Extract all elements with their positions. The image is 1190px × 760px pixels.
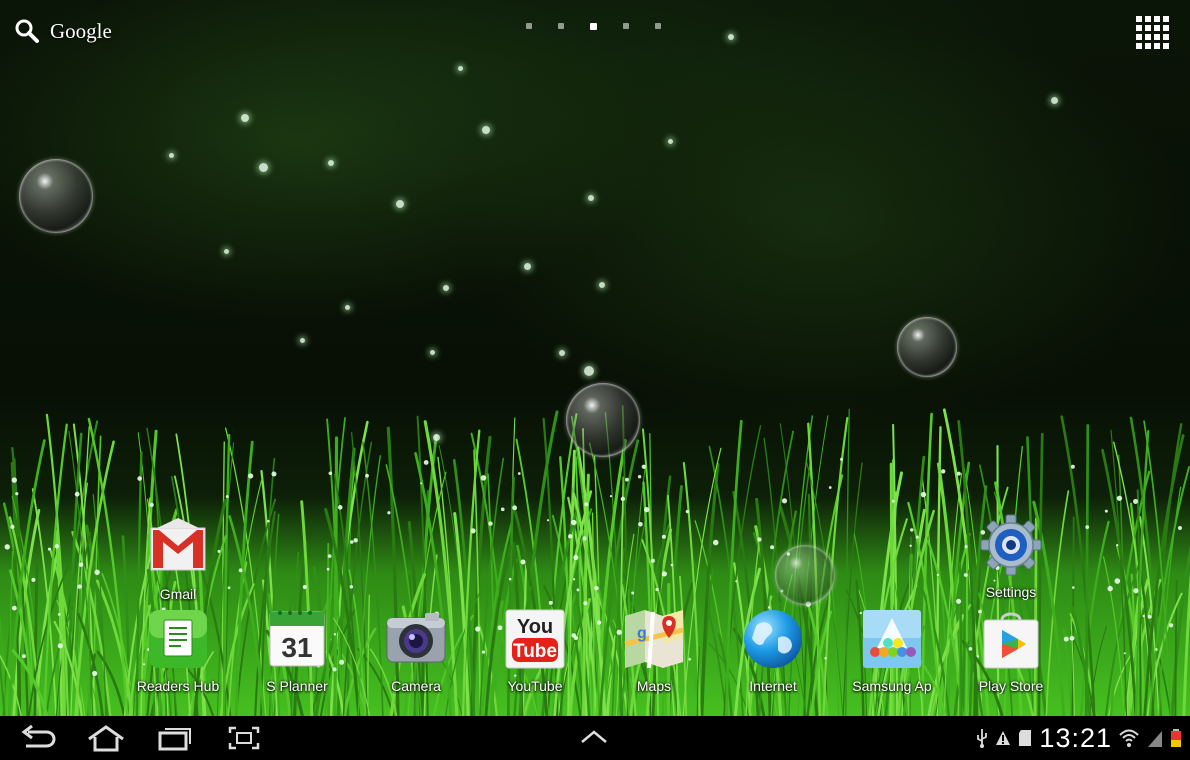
app-maps[interactable]: g Maps [604, 608, 704, 694]
battery-icon [1171, 729, 1181, 747]
back-icon[interactable] [18, 724, 58, 752]
wifi-icon [1119, 729, 1139, 747]
app-label: Camera [391, 678, 441, 694]
maps-icon: g [624, 610, 684, 669]
samsung-apps-icon [863, 610, 921, 668]
app-label: Samsung Ap [852, 678, 932, 694]
app-label: Maps [636, 678, 672, 694]
app-label: Internet [749, 678, 797, 694]
page-dot [558, 23, 564, 29]
google-search-widget[interactable]: Google [14, 18, 112, 44]
app-readers-hub[interactable]: Readers Hub [128, 608, 228, 694]
recent-apps-icon[interactable] [154, 724, 194, 752]
bubble [566, 383, 640, 457]
bubble [897, 317, 957, 377]
app-label: Settings [985, 584, 1037, 600]
internet-icon [744, 610, 802, 668]
app-youtube[interactable]: You Tube YouTube [485, 608, 585, 694]
app-internet[interactable]: Internet [723, 608, 823, 694]
gmail-icon [150, 518, 206, 571]
play-store-icon [983, 612, 1039, 669]
search-icon [15, 19, 39, 43]
bubble [19, 159, 93, 233]
page-dot [623, 23, 629, 29]
app-label: Gmail [159, 586, 197, 602]
settings-icon [980, 514, 1042, 576]
youtube-logo-top: You [517, 616, 553, 638]
status-area[interactable]: 13:21 [975, 722, 1182, 754]
app-label: Play Store [978, 678, 1044, 694]
home-icon[interactable] [86, 724, 126, 752]
status-clock: 13:21 [1039, 722, 1112, 753]
google-search-label: Google [50, 18, 112, 43]
app-samsung-apps[interactable]: Samsung Ap [842, 608, 942, 694]
readers-hub-icon [149, 610, 207, 668]
youtube-icon: You Tube [505, 609, 565, 669]
camera-icon [386, 613, 446, 663]
signal-icon [1148, 731, 1162, 747]
page-dot [526, 23, 532, 29]
app-play-store[interactable]: Play Store [961, 608, 1061, 694]
calendar-date: 31 [281, 632, 312, 663]
app-label: Readers Hub [136, 678, 220, 694]
svg-text:g: g [637, 625, 647, 642]
app-s-planner[interactable]: 31 S Planner [247, 608, 347, 694]
app-settings[interactable]: Settings [961, 514, 1061, 600]
app-camera[interactable]: Camera [366, 608, 466, 694]
sd-card-icon [1019, 730, 1032, 746]
page-dot [655, 23, 661, 29]
system-bar: 13:21 [0, 716, 1190, 760]
usb-icon [977, 729, 988, 748]
app-gmail[interactable]: Gmail [128, 516, 228, 602]
screenshot-icon[interactable] [224, 724, 264, 752]
app-label: YouTube [507, 678, 563, 694]
mini-app-tray-chevron-up-icon[interactable] [574, 724, 614, 752]
youtube-logo-bottom: Tube [513, 641, 557, 662]
s-planner-icon: 31 [269, 611, 325, 667]
app-label: S Planner [266, 678, 328, 694]
bubble [775, 545, 835, 605]
home-page-indicator [526, 23, 687, 30]
warning-icon [996, 731, 1011, 745]
app-drawer-grid-icon[interactable] [1135, 15, 1171, 51]
page-dot-active [590, 23, 597, 30]
